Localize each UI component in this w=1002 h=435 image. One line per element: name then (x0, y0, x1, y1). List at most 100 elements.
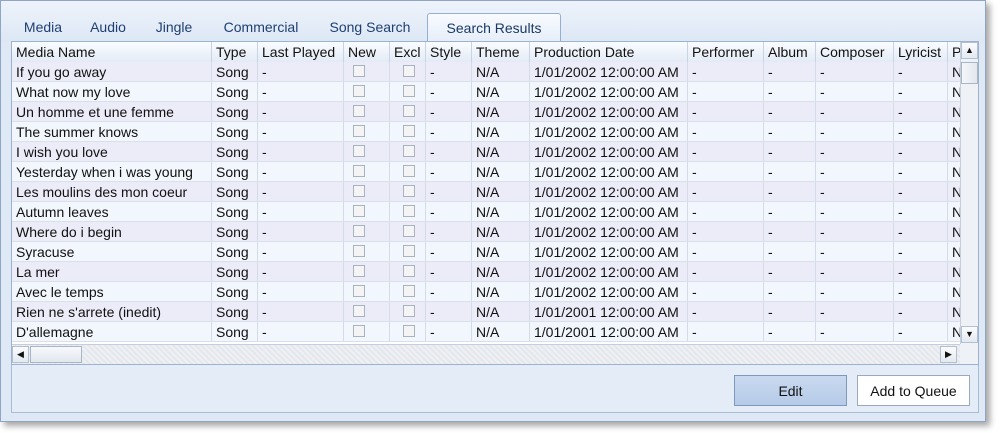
excl-checkbox[interactable] (403, 245, 415, 257)
col-new-header[interactable]: New (344, 42, 390, 62)
lyricist-cell: - (894, 102, 948, 121)
table-row[interactable]: If you go away Song - - N/A 1/01/2002 12:00:0… (12, 62, 960, 82)
table-row[interactable]: Avec le temps Song - - N/A 1/01/2002 12:00:00… (12, 282, 960, 302)
scroll-right-arrow-icon[interactable]: ▶ (940, 346, 957, 363)
horizontal-scrollbar[interactable]: ◀ ▶ (12, 344, 960, 364)
excl-cell (390, 282, 426, 301)
table-row[interactable]: Yesterday when i was young Song - - N/A 1/01/… (12, 162, 960, 182)
excl-checkbox[interactable] (403, 145, 415, 157)
new-checkbox[interactable] (353, 65, 365, 77)
tab-strip: Media Audio Jingle Commercial Song Searc… (1, 1, 985, 41)
scroll-up-arrow-icon[interactable]: ▲ (961, 42, 978, 59)
col-style-header[interactable]: Style (426, 42, 472, 62)
album-cell: - (764, 102, 816, 121)
add-to-queue-button[interactable]: Add to Queue (857, 375, 970, 406)
excl-checkbox[interactable] (403, 205, 415, 217)
col-media-name-header[interactable]: Media Name (12, 42, 212, 62)
table-row[interactable]: D'allemagne Song - - N/A 1/01/2001 12:00:00 A… (12, 322, 960, 342)
table-row[interactable]: Autumn leaves Song - - N/A 1/01/2002 12:00:00… (12, 202, 960, 222)
excl-checkbox[interactable] (403, 225, 415, 237)
new-checkbox[interactable] (353, 145, 365, 157)
performer-cell: - (688, 162, 764, 181)
edit-button[interactable]: Edit (734, 375, 847, 406)
table-row[interactable]: Un homme et une femme Song - - N/A 1/01/2002 … (12, 102, 960, 122)
new-checkbox[interactable] (353, 225, 365, 237)
album-cell: - (764, 222, 816, 241)
performer-cell: - (688, 202, 764, 221)
production-date-cell: 1/01/2002 12:00:00 AM (530, 122, 688, 141)
col-last-played-header[interactable]: Last Played (258, 42, 344, 62)
new-checkbox[interactable] (353, 125, 365, 137)
col-production-date-header[interactable]: Production Date (530, 42, 688, 62)
table-row[interactable]: La mer Song - - N/A 1/01/2002 12:00:00 AM - - - -… (12, 262, 960, 282)
style-cell: - (426, 262, 472, 281)
last-played-cell: - (258, 322, 344, 341)
col-lyricist-header[interactable]: Lyricist (894, 42, 948, 62)
tab-audio[interactable]: Audio (79, 13, 137, 40)
excl-checkbox[interactable] (403, 285, 415, 297)
album-cell: - (764, 202, 816, 221)
new-checkbox[interactable] (353, 165, 365, 177)
new-checkbox[interactable] (353, 185, 365, 197)
p-cell: N (948, 162, 960, 181)
style-cell: - (426, 142, 472, 161)
tab-commercial[interactable]: Commercial (215, 13, 307, 40)
excl-checkbox[interactable] (403, 305, 415, 317)
type-cell: Song (212, 282, 258, 301)
excl-checkbox[interactable] (403, 185, 415, 197)
table-row[interactable]: Syracuse Song - - N/A 1/01/2002 12:00:00 AM - -… (12, 242, 960, 262)
new-checkbox[interactable] (353, 245, 365, 257)
media-name-cell: Syracuse (12, 242, 212, 261)
results-grid-body: Media Name Type Last Played New Excl Style The… (12, 42, 960, 344)
tab-search-results[interactable]: Search Results (427, 13, 561, 41)
excl-checkbox[interactable] (403, 125, 415, 137)
col-p-header[interactable]: P (948, 42, 960, 62)
style-cell: - (426, 322, 472, 341)
last-played-cell: - (258, 142, 344, 161)
new-checkbox[interactable] (353, 285, 365, 297)
col-excl-header[interactable]: Excl (390, 42, 426, 62)
performer-cell: - (688, 182, 764, 201)
scroll-down-arrow-icon[interactable]: ▼ (961, 326, 978, 343)
vertical-scroll-thumb[interactable] (961, 62, 978, 84)
excl-checkbox[interactable] (403, 265, 415, 277)
new-checkbox[interactable] (353, 265, 365, 277)
p-cell: N (948, 322, 960, 341)
tab-media[interactable]: Media (15, 13, 71, 40)
table-row[interactable]: The summer knows Song - - N/A 1/01/2002 12:00… (12, 122, 960, 142)
col-composer-header[interactable]: Composer (816, 42, 894, 62)
excl-checkbox[interactable] (403, 105, 415, 117)
new-checkbox[interactable] (353, 85, 365, 97)
table-row[interactable]: I wish you love Song - - N/A 1/01/2002 12:00:… (12, 142, 960, 162)
lyricist-cell: - (894, 62, 948, 81)
excl-checkbox[interactable] (403, 325, 415, 337)
table-row[interactable]: Rien ne s'arrete (inedit) Song - - N/A 1/01/2… (12, 302, 960, 322)
production-date-cell: 1/01/2001 12:00:00 AM (530, 322, 688, 341)
excl-checkbox[interactable] (403, 85, 415, 97)
scrollbar-corner (960, 344, 978, 364)
lyricist-cell: - (894, 182, 948, 201)
new-checkbox[interactable] (353, 205, 365, 217)
excl-checkbox[interactable] (403, 65, 415, 77)
tab-song-search[interactable]: Song Search (323, 13, 417, 40)
excl-checkbox[interactable] (403, 165, 415, 177)
table-row[interactable]: Les moulins des mon coeur Song - - N/A 1/01/2… (12, 182, 960, 202)
col-performer-header[interactable]: Performer (688, 42, 764, 62)
production-date-cell: 1/01/2002 12:00:00 AM (530, 202, 688, 221)
col-theme-header[interactable]: Theme (472, 42, 530, 62)
table-row[interactable]: What now my love Song - - N/A 1/01/2002 12:00… (12, 82, 960, 102)
new-checkbox[interactable] (353, 305, 365, 317)
table-row[interactable]: Where do i begin Song - - N/A 1/01/2002 12:00… (12, 222, 960, 242)
new-checkbox[interactable] (353, 325, 365, 337)
col-album-header[interactable]: Album (764, 42, 816, 62)
vertical-scrollbar[interactable]: ▲ ▼ (960, 42, 978, 344)
new-checkbox[interactable] (353, 105, 365, 117)
tab-jingle[interactable]: Jingle (145, 13, 203, 40)
p-cell: N (948, 62, 960, 81)
horizontal-scroll-thumb[interactable] (30, 346, 82, 363)
scroll-left-arrow-icon[interactable]: ◀ (12, 346, 29, 363)
style-cell: - (426, 162, 472, 181)
col-type-header[interactable]: Type (212, 42, 258, 62)
new-cell (344, 102, 390, 121)
lyricist-cell: - (894, 222, 948, 241)
